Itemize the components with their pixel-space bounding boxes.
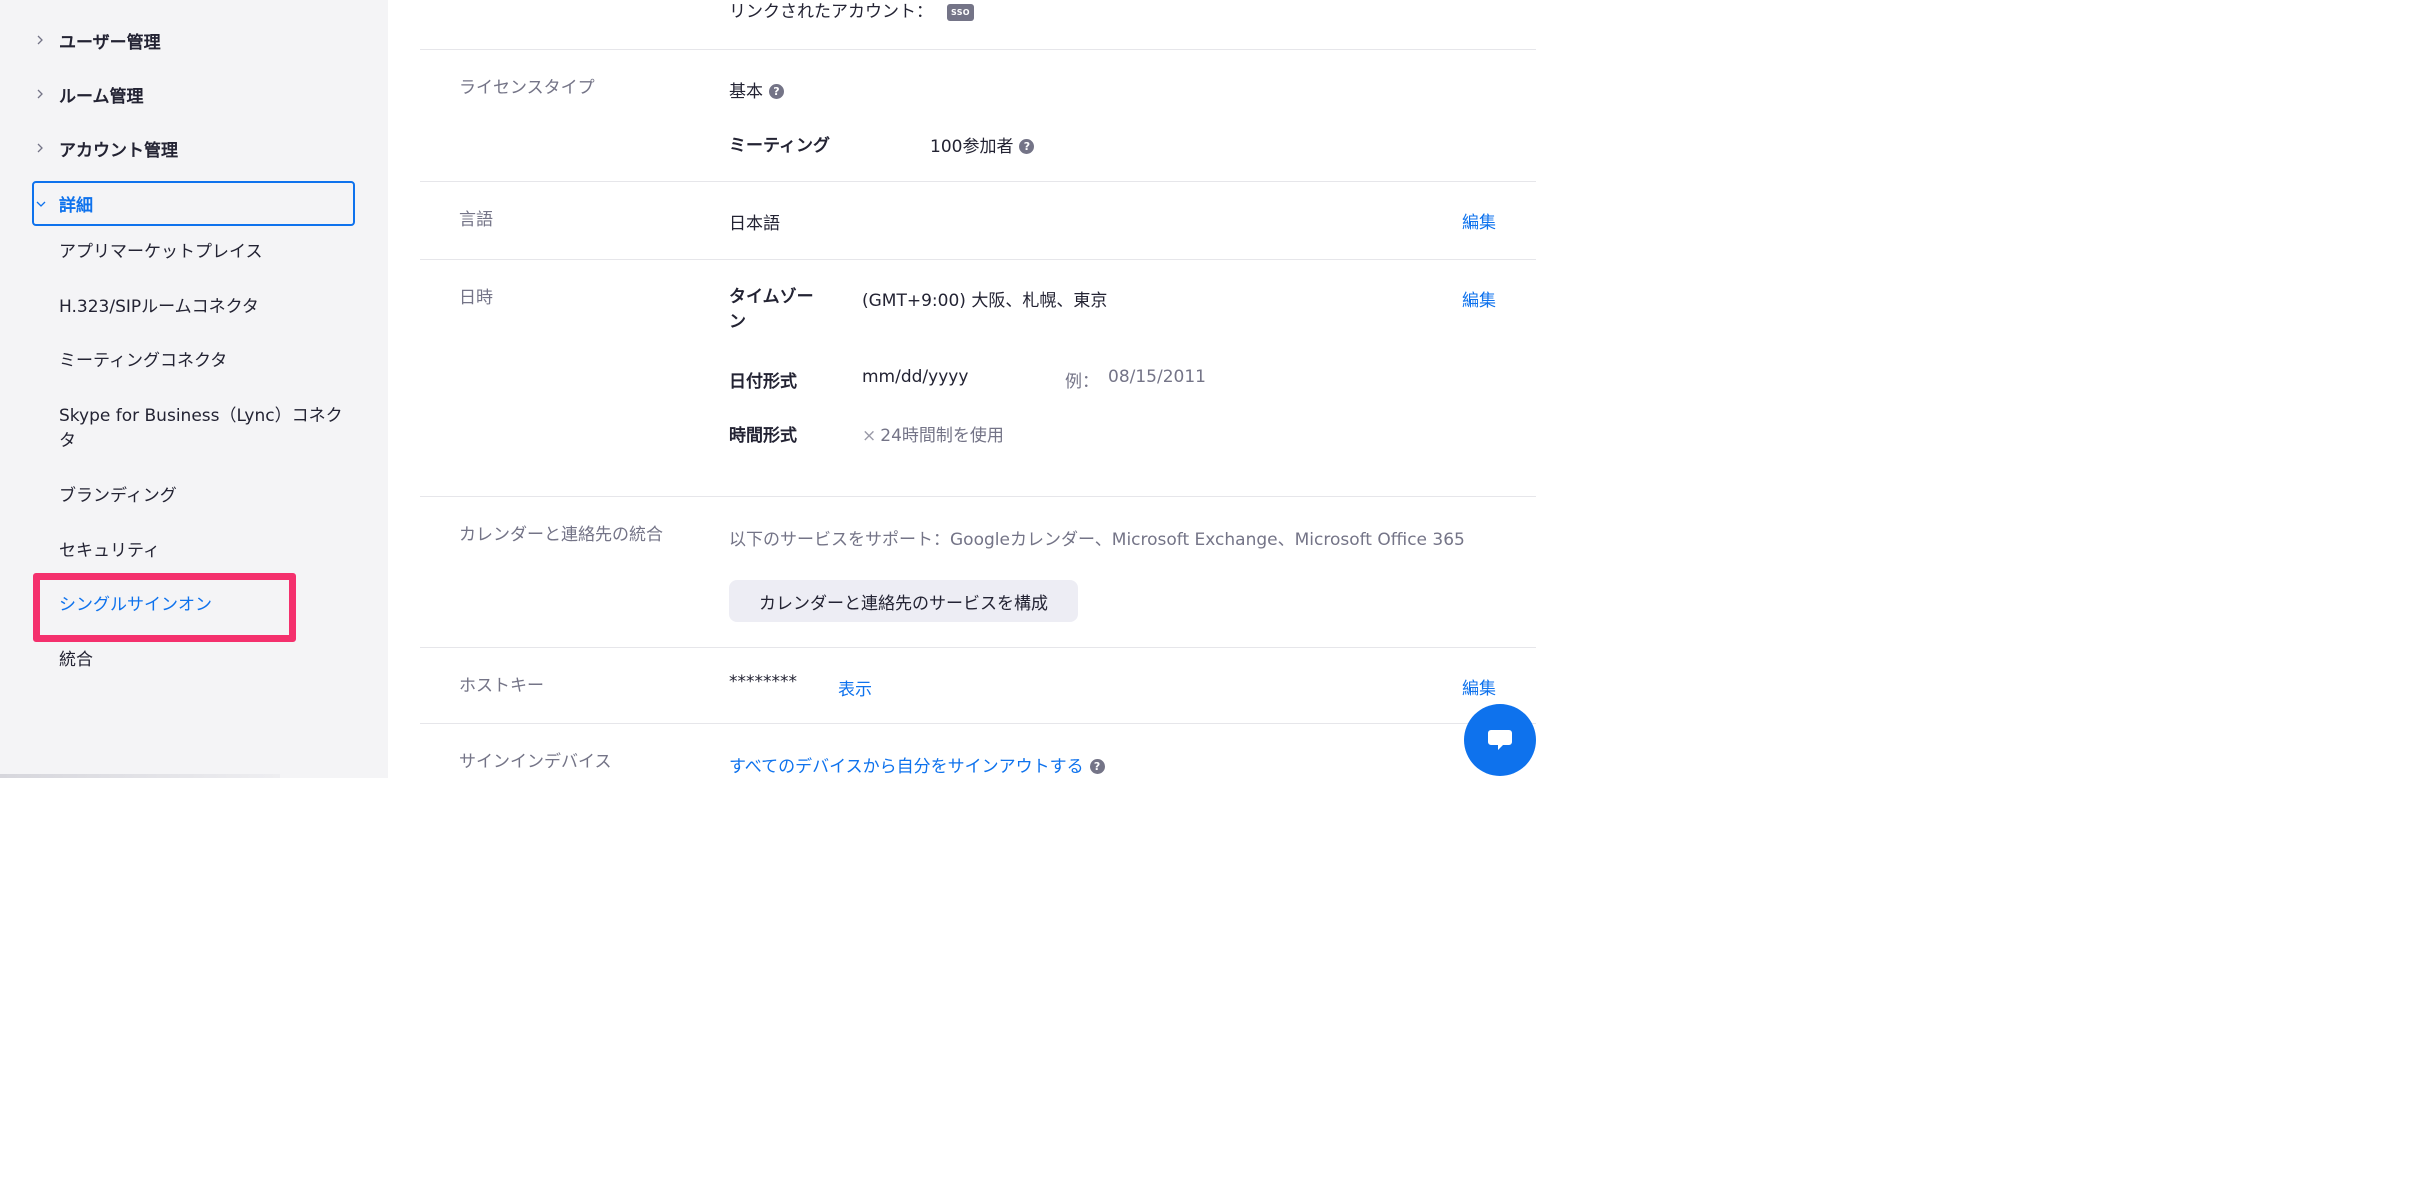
sidebar-bottom-shadow	[0, 774, 280, 778]
language-edit-link[interactable]: 編集	[1462, 208, 1496, 233]
datetime-edit-link[interactable]: 編集	[1462, 286, 1496, 311]
chevron-right-icon	[33, 141, 47, 155]
close-icon: ×	[862, 426, 877, 446]
meeting-capacity: 100参加者?	[930, 132, 1035, 157]
sidebar-item-branding[interactable]: ブランディング	[59, 484, 349, 509]
help-icon[interactable]: ?	[769, 83, 784, 99]
signout-all-devices-link[interactable]: すべてのデバイスから自分をサインアウトする	[729, 757, 1084, 777]
sidebar-item-security[interactable]: セキュリティ	[59, 539, 349, 564]
calendar-integration-label: カレンダーと連絡先の統合	[459, 525, 663, 545]
language-label: 言語	[459, 210, 493, 230]
host-key-value: ********	[729, 672, 797, 692]
sidebar-group-advanced[interactable]: 詳細	[32, 181, 355, 226]
sso-badge: SSO	[947, 3, 974, 21]
linked-account-row: リンクされたアカウント： SSO	[729, 0, 974, 22]
divider	[420, 723, 1536, 724]
help-icon[interactable]: ?	[1019, 138, 1035, 154]
license-type-text: 基本	[729, 82, 763, 102]
timezone-label: タイムゾーン	[729, 287, 814, 332]
sidebar: ユーザー管理 ルーム管理 アカウント管理 詳細 アプリマーケットプレイス H.3…	[0, 0, 388, 778]
chevron-right-icon	[33, 87, 47, 101]
time-format-text: 24時間制を使用	[880, 426, 1004, 446]
sidebar-item-app-marketplace[interactable]: アプリマーケットプレイス	[59, 240, 349, 265]
language-value: 日本語	[729, 214, 780, 234]
license-type-label: ライセンスタイプ	[459, 78, 595, 98]
divider	[420, 181, 1536, 182]
linked-account-label: リンクされたアカウント：	[729, 2, 933, 22]
chat-button[interactable]	[1464, 704, 1536, 776]
chevron-right-icon	[33, 33, 47, 47]
highlight-box	[33, 573, 296, 642]
date-format-value: mm/dd/yyyy	[862, 367, 969, 387]
sidebar-item-meeting-connector[interactable]: ミーティングコネクタ	[59, 349, 349, 374]
host-key-edit-link[interactable]: 編集	[1462, 674, 1496, 699]
timezone-value: (GMT+9:00) 大阪、札幌、東京	[862, 291, 1108, 311]
signout-all-row: すべてのデバイスから自分をサインアウトする?	[729, 752, 1105, 777]
divider	[420, 647, 1536, 648]
divider	[420, 259, 1536, 260]
sidebar-item-skype-connector[interactable]: Skype for Business（Lync）コネクタ	[59, 404, 349, 454]
host-key-label: ホストキー	[459, 676, 544, 696]
sidebar-group-label: ルーム管理	[59, 86, 144, 107]
time-format-label: 時間形式	[729, 426, 797, 446]
sidebar-group-user-management[interactable]: ユーザー管理	[0, 20, 388, 60]
sidebar-item-integration[interactable]: 統合	[59, 648, 349, 673]
sidebar-group-room-management[interactable]: ルーム管理	[0, 74, 388, 114]
sidebar-group-account-management[interactable]: アカウント管理	[0, 128, 388, 168]
meeting-label: ミーティング	[729, 136, 830, 156]
date-format-label: 日付形式	[729, 372, 797, 392]
host-key-show-link[interactable]: 表示	[838, 675, 872, 700]
meeting-capacity-text: 100参加者	[930, 137, 1014, 157]
calendar-description: 以下のサービスをサポート：Googleカレンダー、Microsoft Excha…	[729, 530, 1465, 550]
chevron-down-icon	[34, 197, 48, 211]
divider	[420, 496, 1536, 497]
main-content: リンクされたアカウント： SSO ライセンスタイプ 基本? ミーティング 100参…	[388, 0, 1552, 778]
sidebar-item-h323-sip[interactable]: H.323/SIPルームコネクタ	[59, 295, 349, 320]
datetime-label: 日時	[459, 288, 493, 308]
time-format-value: × 24時間制を使用	[862, 421, 1004, 446]
help-icon[interactable]: ?	[1089, 758, 1105, 774]
sidebar-group-label: 詳細	[59, 196, 93, 216]
date-example-value: 08/15/2011	[1108, 367, 1206, 387]
configure-calendar-button[interactable]: カレンダーと連絡先のサービスを構成	[729, 580, 1078, 622]
sidebar-group-label: ユーザー管理	[59, 32, 161, 53]
date-example-label: 例：	[1065, 372, 1099, 392]
license-type-value: 基本?	[729, 77, 784, 102]
chat-bubble-icon	[1488, 730, 1512, 750]
signin-devices-label: サインインデバイス	[459, 752, 612, 772]
sidebar-group-label: アカウント管理	[59, 140, 178, 161]
divider	[420, 49, 1536, 50]
